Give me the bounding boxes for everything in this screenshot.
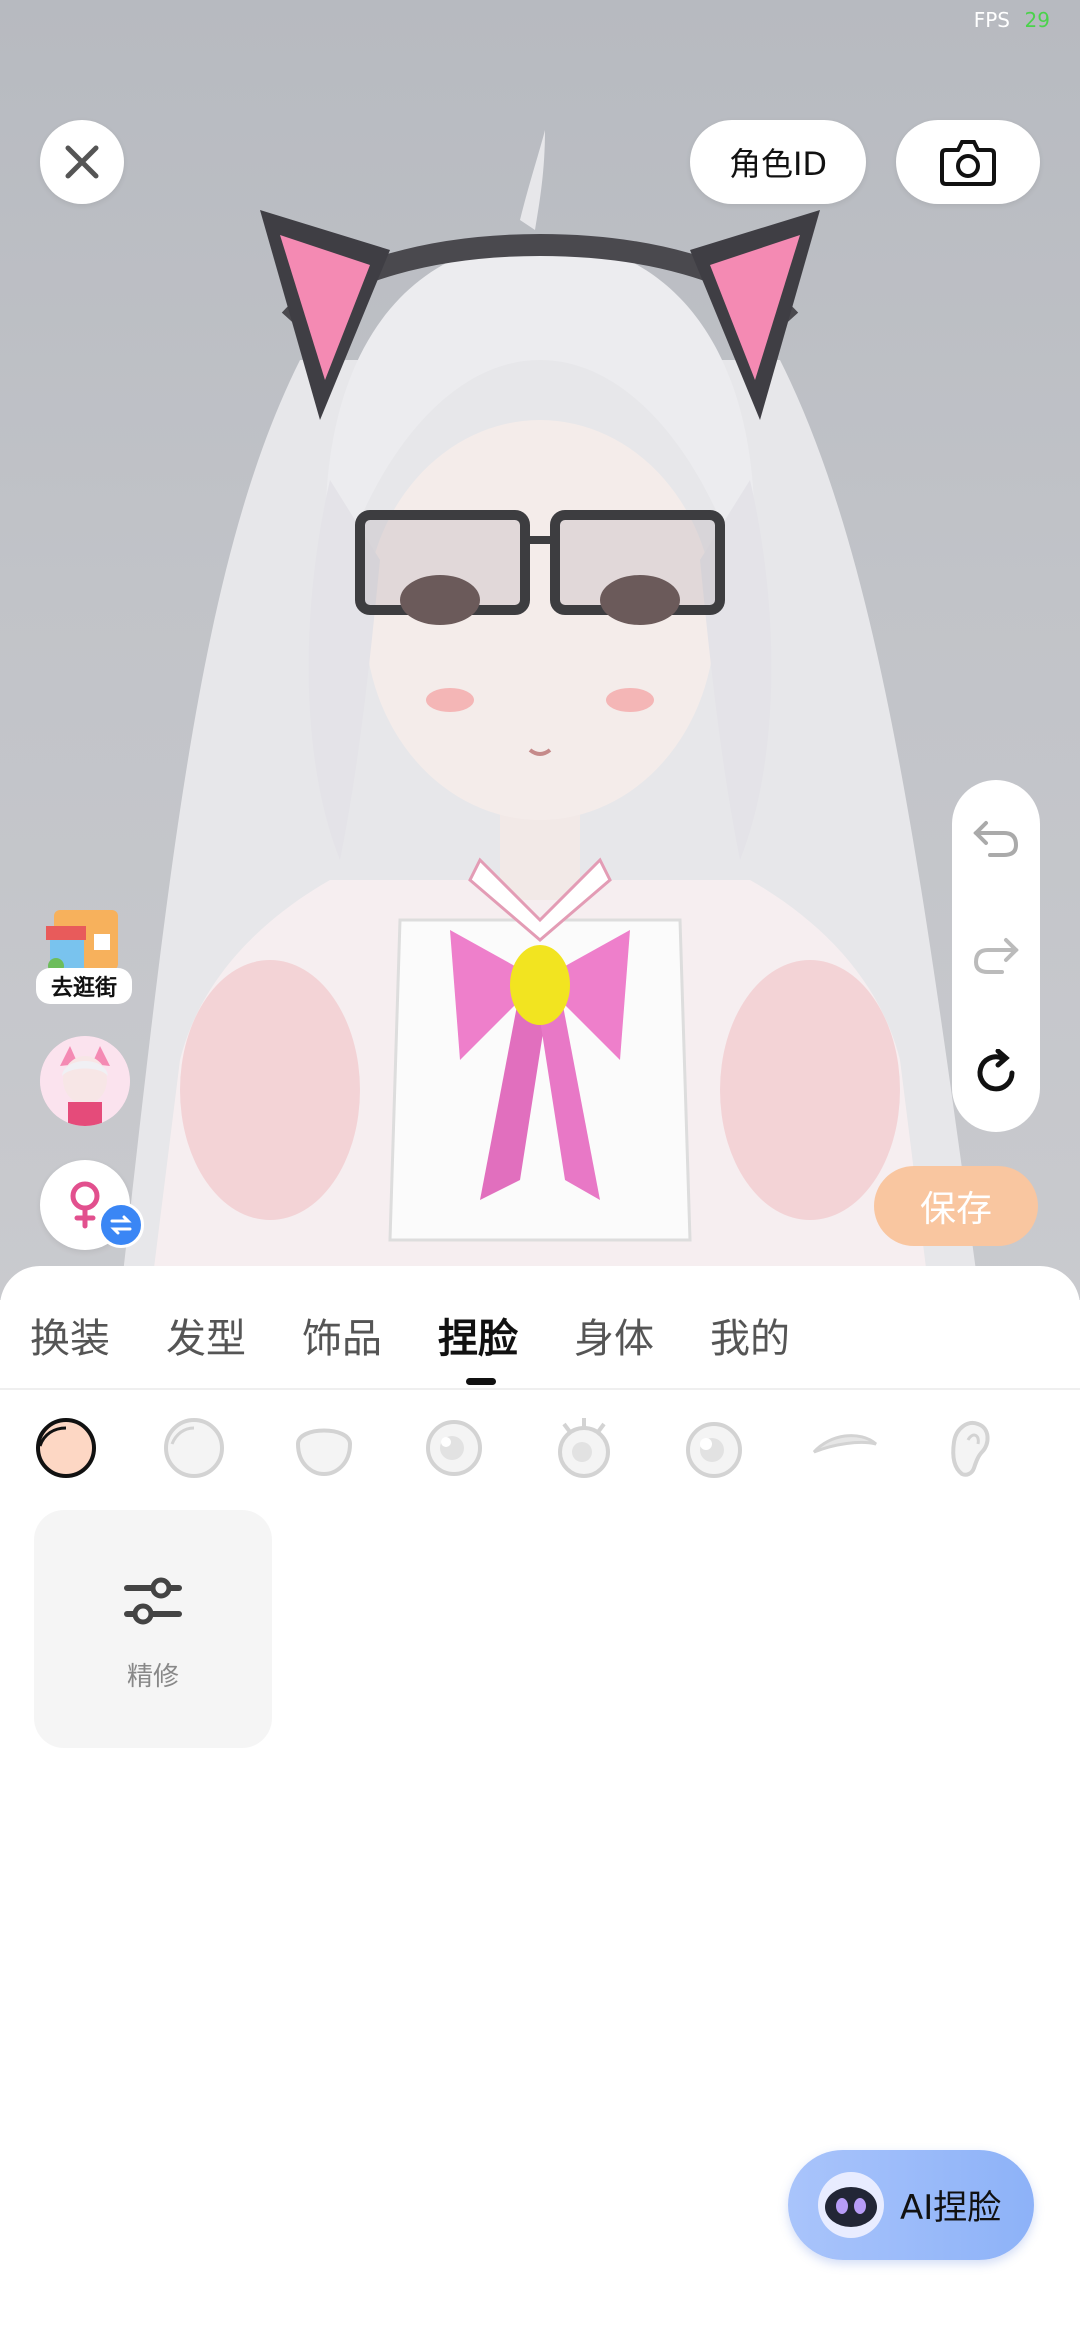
tab-accessories[interactable]: 饰品 [302, 1306, 382, 1364]
face-shape-icon[interactable] [34, 1416, 98, 1480]
fps-value: 29 [1024, 8, 1050, 32]
tab-hairstyle[interactable]: 发型 [166, 1306, 246, 1364]
sliders-icon [124, 1577, 182, 1625]
close-icon [65, 145, 99, 179]
eyebrow-icon[interactable] [810, 1416, 880, 1480]
tab-body[interactable]: 身体 [574, 1306, 654, 1364]
category-tabs: 换装 发型 饰品 捏脸 身体 我的 [0, 1266, 1080, 1388]
tab-mine[interactable]: 我的 [710, 1306, 790, 1364]
tab-outfit[interactable]: 换装 [30, 1306, 110, 1364]
role-id-button[interactable]: 角色ID [690, 120, 866, 204]
undo-icon [973, 820, 1019, 857]
fps-label: FPS [973, 8, 1010, 32]
active-tab-indicator [466, 1378, 496, 1385]
ai-face-button[interactable]: AI捏脸 [788, 2150, 1034, 2260]
camera-icon [940, 140, 996, 186]
ai-robot-icon [818, 2172, 884, 2238]
camera-button[interactable] [896, 120, 1040, 204]
eye-icon[interactable] [422, 1416, 486, 1480]
ai-face-label: AI捏脸 [900, 2188, 1002, 2228]
ear-icon[interactable] [940, 1416, 1004, 1480]
swap-icon [110, 1215, 132, 1235]
face-jaw-icon[interactable] [292, 1416, 356, 1480]
reset-button[interactable] [966, 1043, 1026, 1103]
character-portrait-icon [40, 1036, 130, 1126]
tab-divider [0, 1388, 1080, 1390]
eye-highlight-icon[interactable] [682, 1416, 746, 1480]
face-outline-icon[interactable] [162, 1416, 226, 1480]
go-shopping-label: 去逛街 [36, 968, 132, 1004]
face-category-bar [0, 1416, 1080, 1496]
save-button[interactable]: 保存 [874, 1166, 1038, 1246]
fine-tune-tile[interactable]: 精修 [34, 1510, 272, 1748]
fine-tune-label: 精修 [126, 1662, 179, 1692]
close-button[interactable] [40, 120, 124, 204]
redo-button[interactable] [966, 926, 1026, 986]
eyelash-icon[interactable] [552, 1416, 616, 1480]
tab-face[interactable]: 捏脸 [438, 1306, 518, 1364]
refresh-icon [977, 1049, 1015, 1092]
redo-icon [973, 937, 1019, 974]
avatar-character-image [120, 130, 980, 1300]
character-avatar-thumbnail[interactable] [40, 1036, 130, 1126]
history-panel [952, 780, 1040, 1132]
undo-button[interactable] [966, 809, 1026, 869]
swap-gender-badge[interactable] [98, 1202, 144, 1248]
go-shopping-button[interactable]: 去逛街 [36, 900, 132, 1004]
avatar-viewport[interactable]: FPS 29 角色ID 去逛街 保存 [0, 0, 1080, 1300]
